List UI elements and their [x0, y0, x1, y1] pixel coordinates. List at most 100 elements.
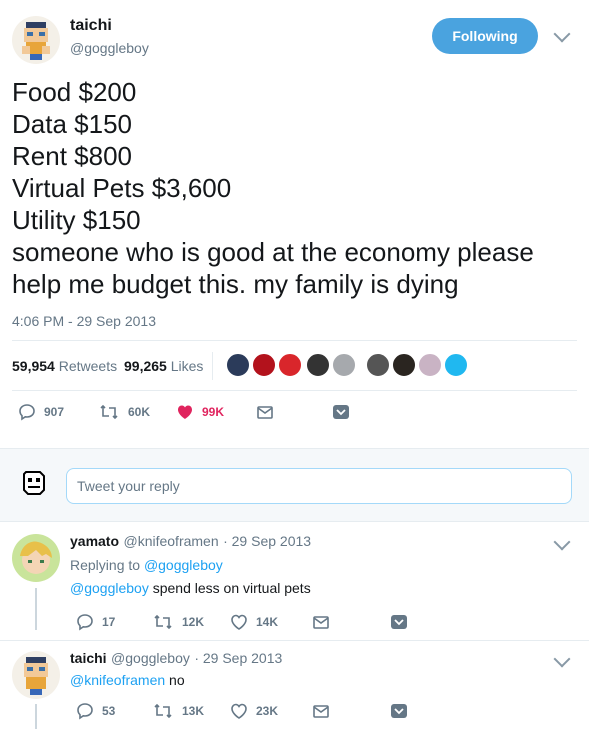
like-count: 99K — [202, 405, 225, 419]
author-handle[interactable]: @goggleboy — [70, 40, 149, 56]
likers-avatars[interactable] — [226, 353, 486, 379]
reply-body: no — [169, 672, 185, 688]
like-count: 23K — [256, 704, 279, 718]
dm-icon — [313, 616, 329, 629]
like-stats[interactable]: 99,265 Likes — [124, 358, 203, 374]
dm-action[interactable] — [256, 403, 274, 421]
liker-avatar[interactable] — [418, 353, 442, 377]
reply-avatar[interactable] — [12, 651, 60, 699]
liker-avatar[interactable] — [306, 353, 330, 377]
retweet-stats[interactable]: 59,954 Retweets — [12, 358, 117, 374]
retweet-action[interactable]: 13K — [152, 702, 204, 720]
dm-action[interactable] — [312, 613, 330, 631]
replying-to: Replying to @goggleboy — [70, 557, 223, 573]
reply-count: 907 — [44, 405, 65, 419]
reply-text: @knifeoframen no — [70, 672, 185, 688]
retweet-icon — [154, 614, 172, 630]
tweet-text: Food $200 Data $150 Rent $800 Virtual Pe… — [12, 76, 534, 300]
following-button[interactable]: Following — [432, 18, 538, 54]
divider — [12, 390, 577, 391]
dm-action[interactable] — [312, 702, 330, 720]
reply-header: yamato @knifeoframen · 29 Sep 2013 — [70, 533, 311, 551]
divider — [12, 340, 577, 341]
tweet-line: Utility $150 — [12, 205, 141, 235]
separator-bar — [212, 352, 213, 380]
chevron-down-icon[interactable] — [553, 650, 571, 668]
retweets-label: Retweets — [58, 358, 118, 374]
mention-link[interactable]: @goggleboy — [70, 580, 149, 596]
author-avatar[interactable] — [12, 16, 60, 64]
retweet-count: 60K — [128, 405, 151, 419]
chevron-down-icon[interactable] — [553, 533, 571, 551]
tweet-line: Data $150 — [12, 109, 132, 139]
chevron-down-icon — [391, 615, 407, 629]
retweet-count: 13K — [182, 704, 205, 718]
like-count: 14K — [256, 615, 279, 629]
heart-outline-icon — [231, 703, 247, 719]
reply-avatar[interactable] — [12, 534, 60, 582]
author-name[interactable]: taichi — [70, 17, 112, 35]
liker-avatar[interactable] — [392, 353, 416, 377]
reply-body: spend less on virtual pets — [152, 580, 311, 596]
retweet-icon — [100, 404, 118, 420]
mention-link[interactable]: @knifeoframen — [70, 672, 165, 688]
reply-date[interactable]: · 29 Sep 2013 — [223, 533, 311, 549]
reply-icon — [77, 614, 93, 631]
reply-author-handle[interactable]: @goggleboy — [111, 650, 190, 666]
tweet-line: Food $200 — [12, 77, 137, 107]
reply-count: 17 — [102, 615, 116, 629]
likes-count: 99,265 — [124, 358, 167, 374]
reply-header: taichi @goggleboy · 29 Sep 2013 — [70, 650, 282, 668]
like-action[interactable]: 23K — [230, 702, 278, 720]
liker-avatar[interactable] — [444, 353, 468, 377]
tweet-timestamp[interactable]: 4:06 PM - 29 Sep 2013 — [12, 313, 156, 329]
liker-avatar[interactable] — [252, 353, 276, 377]
reply-text: @goggleboy spend less on virtual pets — [70, 580, 311, 596]
tweet-line: someone who is good at the economy pleas… — [12, 237, 534, 267]
reply-author-handle[interactable]: @knifeoframen — [123, 533, 218, 549]
retweets-count: 59,954 — [12, 358, 55, 374]
liker-avatar[interactable] — [332, 353, 356, 377]
tweet-line: Virtual Pets $3,600 — [12, 173, 232, 203]
pixel-avatar-icon — [24, 657, 48, 695]
tweet-line: help me budget this. my family is dying — [12, 269, 459, 299]
tweet-line: Rent $800 — [12, 141, 132, 171]
liker-avatar[interactable] — [278, 353, 302, 377]
liker-avatar[interactable] — [226, 353, 250, 377]
liker-avatar[interactable] — [366, 353, 390, 377]
dm-icon — [313, 705, 329, 718]
thread-line — [35, 588, 37, 630]
anime-avatar-icon — [20, 541, 52, 574]
like-action[interactable]: 14K — [230, 613, 278, 631]
reply-action[interactable]: 17 — [76, 613, 115, 631]
likes-label: Likes — [170, 358, 204, 374]
thread-line — [35, 704, 37, 729]
replying-to-link[interactable]: @goggleboy — [144, 557, 223, 573]
divider — [0, 640, 589, 641]
reply-author-name[interactable]: yamato — [70, 533, 119, 549]
reply-action[interactable]: 53 — [76, 702, 115, 720]
heart-outline-icon — [231, 614, 247, 630]
more-action[interactable] — [332, 403, 350, 421]
chevron-down-icon — [391, 704, 407, 718]
like-action[interactable]: 99K — [176, 403, 224, 421]
replying-prefix: Replying to — [70, 557, 141, 573]
retweet-count: 12K — [182, 615, 205, 629]
more-action[interactable] — [390, 613, 408, 631]
reply-input[interactable]: Tweet your reply — [66, 468, 572, 504]
my-avatar — [18, 466, 50, 498]
more-action[interactable] — [390, 702, 408, 720]
heart-icon — [178, 405, 192, 419]
chevron-down-icon — [333, 405, 349, 419]
chevron-down-icon[interactable] — [553, 25, 571, 43]
retweet-action[interactable]: 60K — [98, 403, 150, 421]
reply-date[interactable]: · 29 Sep 2013 — [194, 650, 282, 666]
reply-icon — [19, 404, 35, 421]
dm-icon — [257, 406, 273, 419]
reply-author-name[interactable]: taichi — [70, 650, 107, 666]
retweet-icon — [154, 703, 172, 719]
pixel-face-icon — [23, 471, 45, 495]
reply-action[interactable]: 907 — [18, 403, 64, 421]
reply-count: 53 — [102, 704, 116, 718]
retweet-action[interactable]: 12K — [152, 613, 204, 631]
